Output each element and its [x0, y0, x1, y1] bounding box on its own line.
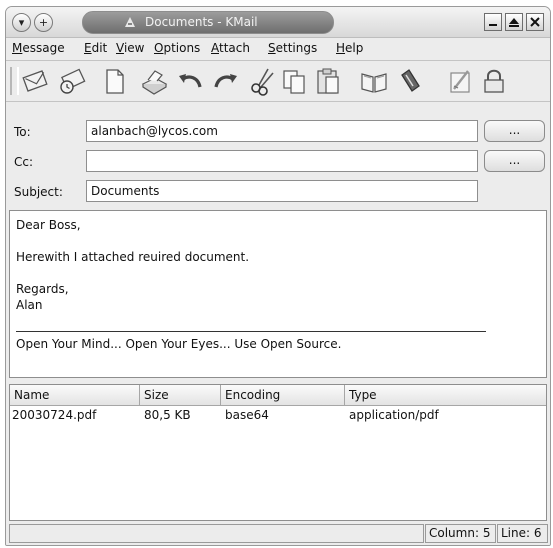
cc-label: Cc: [14, 155, 34, 169]
menu-bar: Message Edit View Options Attach Setting… [6, 38, 550, 61]
status-line: Line: 6 [497, 524, 548, 543]
status-message [9, 524, 424, 543]
menu-attach[interactable]: Attach [211, 41, 250, 55]
body-signature: Open Your Mind... Open Your Eyes... Use … [16, 337, 342, 351]
body-name: Alan [16, 298, 43, 312]
redo-button[interactable] [210, 65, 242, 97]
toolbar [6, 61, 550, 102]
body-closing: Regards, [16, 282, 69, 296]
attachment-size: 80,5 KB [144, 408, 191, 422]
to-label: To: [14, 125, 31, 139]
menu-view[interactable]: View [116, 41, 144, 55]
close-icon [530, 17, 540, 27]
cc-browse-button[interactable]: ... [484, 150, 545, 172]
menu-message[interactable]: Message [12, 41, 65, 55]
sign-button[interactable] [444, 65, 476, 97]
menu-settings[interactable]: Settings [268, 41, 317, 55]
body-blank-3 [16, 313, 540, 329]
menu-options[interactable]: Options [154, 41, 200, 55]
window-menu-button[interactable]: ▾ [12, 13, 31, 32]
print-button[interactable] [138, 65, 170, 97]
send-icon [22, 70, 48, 92]
cc-field[interactable] [86, 150, 478, 172]
subject-field[interactable]: Documents [86, 180, 478, 202]
menu-help[interactable]: Help [336, 41, 363, 55]
kmail-app-icon [125, 17, 135, 27]
new-button[interactable] [98, 65, 130, 97]
to-browse-button[interactable]: ... [484, 120, 545, 142]
new-document-icon [106, 69, 124, 94]
paste-icon [317, 68, 339, 94]
status-bar: Column: 5 Line: 6 [6, 523, 550, 545]
copy-button[interactable] [278, 65, 310, 97]
lock-icon [484, 69, 504, 93]
attachments-list[interactable]: Name Size Encoding Type 20030724.pdf 80,… [9, 384, 547, 521]
queue-button[interactable] [56, 65, 88, 97]
attach-button[interactable] [394, 65, 426, 97]
status-column: Column: 5 [425, 524, 496, 543]
copy-icon [283, 70, 305, 94]
undo-icon [179, 74, 202, 88]
attachments-header: Name Size Encoding Type [10, 385, 546, 406]
to-field[interactable]: alanbach@lycos.com [86, 120, 478, 142]
address-book-icon [361, 73, 387, 93]
print-icon [141, 70, 168, 95]
column-header-name[interactable]: Name [10, 385, 140, 405]
menu-edit[interactable]: Edit [84, 41, 107, 55]
paste-button[interactable] [312, 65, 344, 97]
column-header-size[interactable]: Size [140, 385, 221, 405]
attachment-type: application/pdf [349, 408, 439, 422]
toolbar-grip[interactable] [10, 67, 19, 95]
body-blank-1 [16, 233, 540, 249]
column-header-type[interactable]: Type [345, 385, 546, 405]
body-greeting: Dear Boss, [16, 218, 81, 232]
attach-icon [401, 69, 420, 92]
encrypt-button[interactable] [478, 65, 510, 97]
kmail-window: ▾ + Documents - KMail Message Edit View … [5, 6, 551, 546]
queue-icon [60, 68, 86, 94]
send-button[interactable] [20, 65, 52, 97]
cut-icon [251, 68, 274, 96]
message-body-editor[interactable]: Dear Boss, Herewith I attached reuired d… [9, 210, 547, 378]
sticky-button[interactable]: + [34, 13, 53, 32]
address-book-button[interactable] [358, 65, 390, 97]
title-bar[interactable]: ▾ + Documents - KMail [6, 7, 550, 38]
maximize-button[interactable] [505, 13, 523, 31]
subject-label: Subject: [14, 185, 63, 199]
body-blank-2 [16, 265, 540, 281]
body-line-1: Herewith I attached reuired document. [16, 250, 250, 264]
cut-button[interactable] [246, 65, 278, 97]
column-header-encoding[interactable]: Encoding [221, 385, 345, 405]
attachment-encoding: base64 [225, 408, 269, 422]
redo-icon [214, 74, 237, 88]
title-pill: Documents - KMail [82, 11, 334, 34]
close-button[interactable] [526, 13, 544, 31]
sign-icon [450, 70, 470, 93]
signature-separator [16, 331, 486, 332]
minimize-icon [489, 24, 497, 26]
maximize-icon [509, 18, 519, 27]
attachment-name: 20030724.pdf [12, 408, 97, 422]
window-title: Documents - KMail [145, 15, 258, 29]
minimize-button[interactable] [484, 13, 502, 31]
undo-button[interactable] [174, 65, 206, 97]
